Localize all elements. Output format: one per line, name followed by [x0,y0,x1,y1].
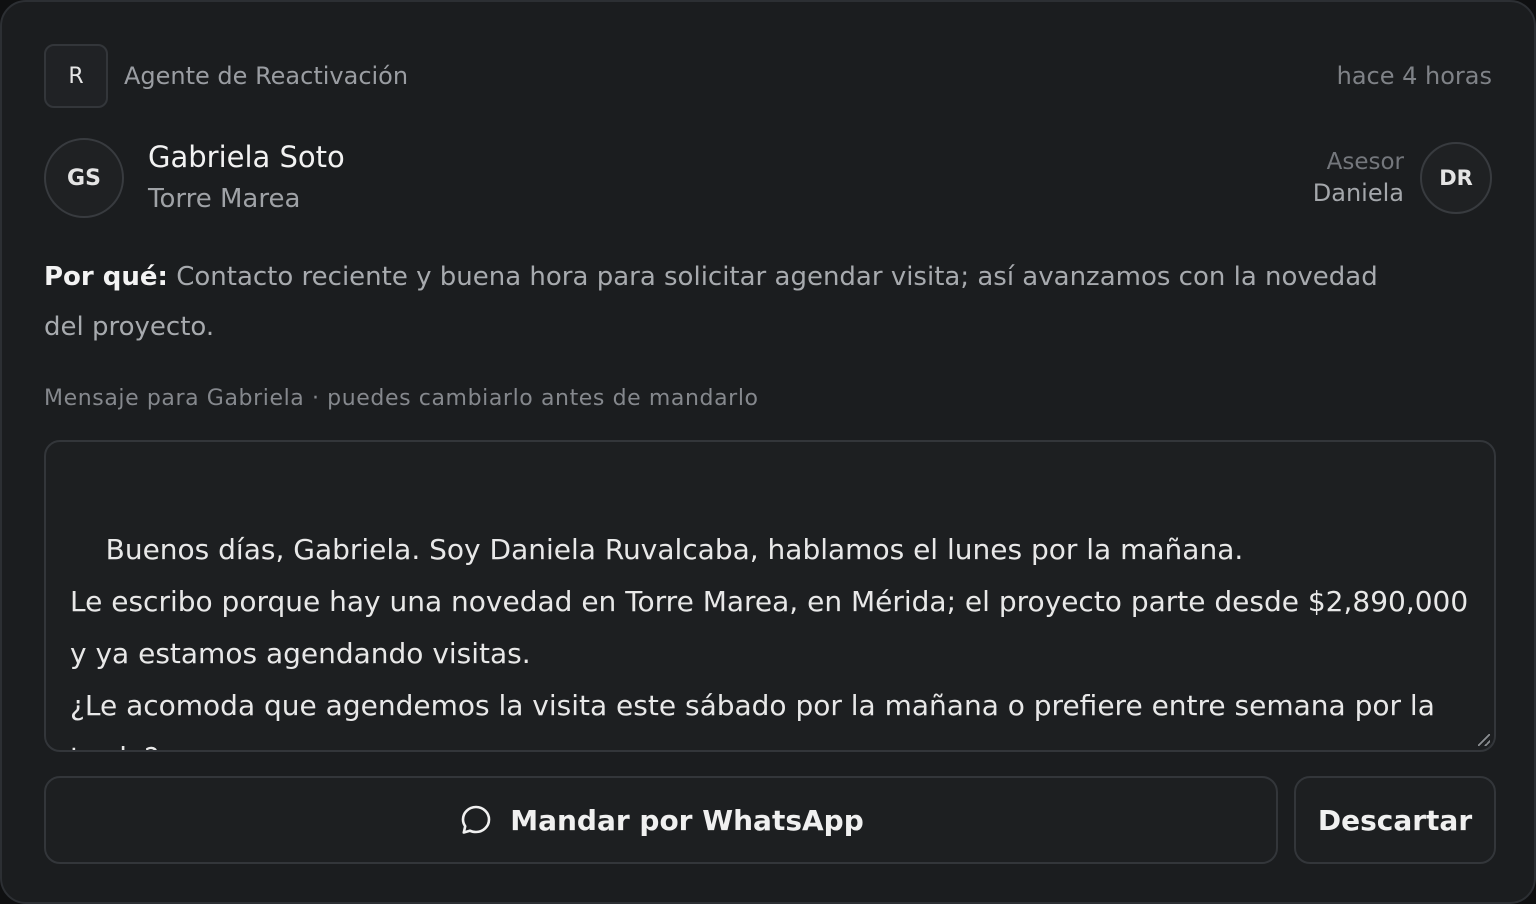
timestamp: hace 4 horas [1336,62,1492,90]
agent-header: R Agente de Reactivación hace 4 horas [44,44,1492,108]
contact-header: GS Gabriela Soto Torre Marea Asesor Dani… [44,138,1492,218]
contact-project: Torre Marea [148,184,301,214]
reason-label: Por qué: [44,262,168,292]
reason-text: Por qué: Contacto reciente y buena hora … [44,252,1424,352]
advisor-text: Asesor Daniela [1313,147,1404,209]
reactivation-card: R Agente de Reactivación hace 4 horas GS… [0,0,1536,904]
message-text: Buenos días, Gabriela. Soy Daniela Ruval… [70,533,1469,750]
contact-name: Gabriela Soto [148,140,345,174]
send-whatsapp-label: Mandar por WhatsApp [510,803,864,837]
advisor-name: Daniela [1312,179,1404,207]
chat-bubble-icon [458,802,494,838]
message-caption: Mensaje para Gabriela · puedes cambiarlo… [44,386,759,411]
agent-name: Agente de Reactivación [124,62,409,90]
resize-handle[interactable] [1478,734,1490,746]
discard-button[interactable]: Descartar [1294,776,1496,864]
message-textarea[interactable]: Buenos días, Gabriela. Soy Daniela Ruval… [44,440,1496,752]
advisor-avatar: DR [1420,142,1492,214]
advisor-label: Asesor [1326,149,1404,175]
contact-avatar: GS [44,138,124,218]
agent-badge: R [44,44,108,108]
reason-body: Contacto reciente y buena hora para soli… [44,262,1378,342]
send-whatsapp-button[interactable]: Mandar por WhatsApp [44,776,1278,864]
advisor-info: Asesor Daniela DR [1313,142,1492,214]
